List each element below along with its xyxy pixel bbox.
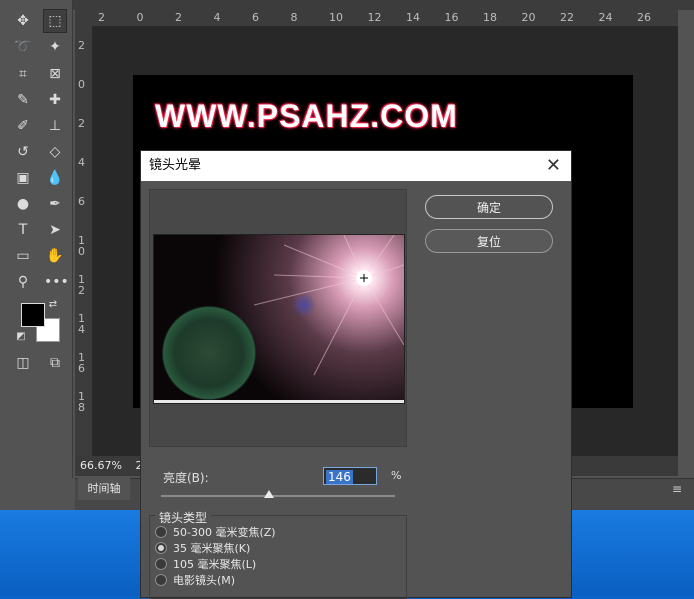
- ruler-tick-label: 6: [78, 195, 85, 208]
- ruler-tick-label: 2: [78, 39, 85, 52]
- lens-option-label: 35 毫米聚焦(K): [173, 542, 251, 555]
- tools-panel: ✥ ⬚ ➰ ✦ ⌗ ⊠ ✎ ✚ ✐ ⊥ ↺ ◇ ▣ 💧 ● ✒ T ➤ ▭ ✋ …: [0, 0, 73, 478]
- reset-button[interactable]: 复位: [425, 229, 553, 253]
- ruler-tick-label: 22: [560, 11, 574, 24]
- ruler-tick-label: 1 2: [78, 273, 85, 297]
- ruler-tick-label: 1 6: [78, 351, 85, 375]
- horizontal-ruler: 2 0 2 4 6 8 10 12 14 16 18 20 22 24 26: [92, 10, 678, 27]
- dodge-icon[interactable]: ●: [12, 193, 34, 215]
- ruler-tick-label: 0: [136, 11, 144, 24]
- dialog-title: 镜头光晕: [149, 158, 202, 173]
- ruler-tick-label: 24: [598, 11, 613, 24]
- ruler-tick-label: 8: [290, 11, 298, 24]
- lens-option-movie[interactable]: 电影镜头(M): [155, 573, 235, 589]
- ok-button[interactable]: 确定: [425, 195, 553, 219]
- hand-icon[interactable]: ✋: [44, 245, 66, 267]
- rectangle-icon[interactable]: ▭: [12, 245, 34, 267]
- radio-button[interactable]: [155, 574, 167, 586]
- brush-icon[interactable]: ✐: [12, 115, 34, 137]
- crop-icon[interactable]: ⌗: [12, 63, 34, 85]
- eraser-icon[interactable]: ◇: [44, 141, 66, 163]
- brightness-slider-thumb[interactable]: [263, 490, 274, 498]
- healing-brush-icon[interactable]: ✚: [44, 89, 66, 111]
- ruler-tick-label: 0: [78, 78, 85, 91]
- radio-button-checked[interactable]: [155, 542, 167, 554]
- radio-button[interactable]: [155, 558, 167, 570]
- zoom-level[interactable]: 66.67%: [80, 459, 122, 472]
- lens-option-35mm[interactable]: 35 毫米聚焦(K): [155, 541, 250, 557]
- ruler-tick-label: 6: [252, 11, 259, 24]
- eyedropper-icon[interactable]: ✎: [12, 89, 34, 111]
- ruler-tick-label: 14: [406, 11, 420, 24]
- tab-strip: [72, 0, 694, 10]
- ruler-tick-label: 4: [213, 11, 221, 24]
- gradient-icon[interactable]: ▣: [12, 167, 34, 189]
- brightness-slider-track[interactable]: [161, 495, 395, 497]
- ruler-tick-label: 2: [98, 11, 105, 24]
- type-icon[interactable]: T: [12, 219, 34, 241]
- stamp-icon[interactable]: ⊥: [44, 115, 66, 137]
- flare-preview-graphic: [154, 235, 404, 403]
- lens-option-zoom[interactable]: 50-300 毫米变焦(Z): [155, 525, 276, 541]
- lens-option-105mm[interactable]: 105 毫米聚焦(L): [155, 557, 256, 573]
- history-brush-icon[interactable]: ↺: [12, 141, 34, 163]
- radio-button[interactable]: [155, 526, 167, 538]
- brightness-label: 亮度(B):: [163, 471, 209, 485]
- lens-option-label: 105 毫米聚焦(L): [173, 558, 257, 571]
- ruler-corner: [75, 10, 92, 26]
- ruler-tick-label: 16: [444, 11, 459, 24]
- more-tools-icon[interactable]: •••: [44, 271, 69, 293]
- close-icon[interactable]: ✕: [546, 151, 561, 181]
- swap-colors-icon[interactable]: ⇄: [46, 298, 60, 312]
- ruler-tick-label: 1 8: [78, 390, 85, 414]
- marquee-icon[interactable]: ⬚: [43, 9, 67, 33]
- ruler-tick-label: 18: [483, 11, 497, 24]
- ruler-tick-label: 20: [521, 11, 536, 24]
- ruler-tick-label: 10: [329, 11, 343, 24]
- lens-flare-dialog: 镜头光晕 ✕ 确定 复位 亮度(B): 146 % 镜头类型 50-300 毫米…: [140, 150, 572, 599]
- path-select-icon[interactable]: ➤: [44, 219, 66, 241]
- flare-preview[interactable]: [153, 234, 405, 404]
- lens-type-legend: 镜头类型: [155, 509, 212, 526]
- screen-mode-icon[interactable]: ⧉: [44, 352, 66, 374]
- foreground-color-swatch[interactable]: [21, 303, 45, 327]
- quick-mask-icon[interactable]: ◫: [12, 352, 34, 374]
- panel-menu-icon[interactable]: ≡: [672, 483, 686, 495]
- default-colors-icon[interactable]: ◩: [14, 330, 28, 344]
- lens-option-label: 50-300 毫米变焦(Z): [173, 526, 276, 539]
- lasso-icon[interactable]: ➰: [12, 36, 34, 58]
- move-icon[interactable]: ✥: [12, 10, 34, 32]
- tab-timeline[interactable]: 时间轴: [78, 478, 130, 500]
- brightness-input[interactable]: 146: [323, 467, 377, 485]
- magic-wand-icon[interactable]: ✦: [44, 36, 66, 58]
- ruler-tick-label: 1 0: [78, 234, 85, 258]
- ruler-tick-label: 4: [78, 156, 85, 169]
- preview-frame: [149, 189, 407, 447]
- pen-icon[interactable]: ✒: [44, 193, 66, 215]
- lens-option-label: 电影镜头(M): [173, 574, 236, 587]
- ruler-tick-label: 2: [78, 117, 85, 130]
- dialog-titlebar[interactable]: 镜头光晕 ✕: [141, 151, 571, 181]
- ruler-tick-label: 26: [637, 11, 651, 24]
- percent-sign: %: [391, 469, 402, 482]
- blur-icon[interactable]: 💧: [44, 167, 66, 189]
- ruler-tick-label: 1 4: [78, 312, 85, 336]
- frame-icon[interactable]: ⊠: [44, 63, 66, 85]
- brightness-value: 146: [326, 470, 353, 484]
- document-text: WWW.PSAHZ.COM: [155, 98, 458, 134]
- vertical-ruler: 2 0 2 4 6 1 0 1 2 1 4 1 6 1 8: [75, 26, 93, 456]
- zoom-icon[interactable]: ⚲: [12, 271, 34, 293]
- ruler-tick-label: 12: [367, 11, 382, 24]
- ruler-tick-label: 2: [175, 11, 182, 24]
